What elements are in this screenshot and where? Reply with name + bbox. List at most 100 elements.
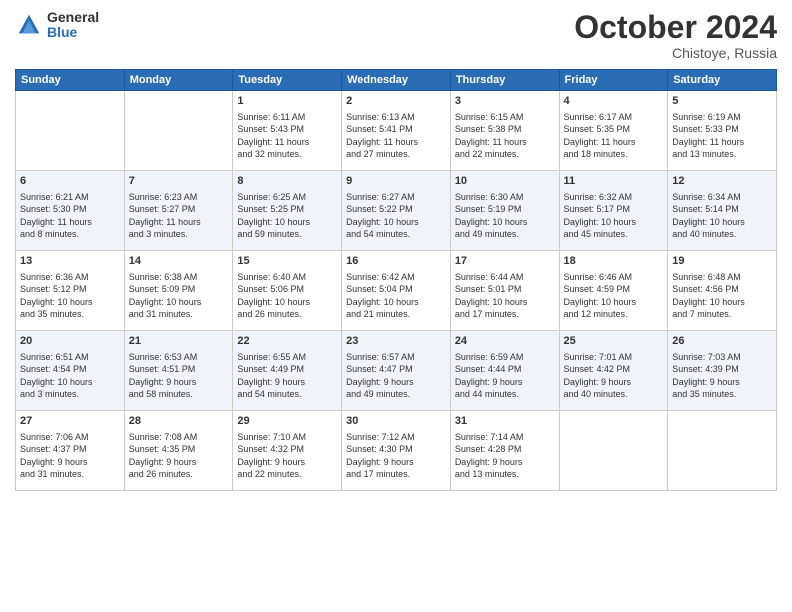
header-sunday: Sunday bbox=[16, 70, 125, 91]
day-info: Sunrise: 6:38 AM Sunset: 5:09 PM Dayligh… bbox=[129, 271, 229, 321]
day-info: Sunrise: 7:12 AM Sunset: 4:30 PM Dayligh… bbox=[346, 431, 446, 481]
day-number: 12 bbox=[672, 174, 772, 189]
day-cell: 3 Sunrise: 6:15 AM Sunset: 5:38 PM Daylig… bbox=[450, 91, 559, 171]
day-number: 31 bbox=[455, 414, 555, 429]
day-cell: 9Sunrise: 6:27 AM Sunset: 5:22 PM Daylig… bbox=[342, 171, 451, 251]
day-info: Sunrise: 6:11 AM Sunset: 5:43 PM Dayligh… bbox=[237, 111, 337, 161]
day-cell: 29Sunrise: 7:10 AM Sunset: 4:32 PM Dayli… bbox=[233, 411, 342, 491]
week-row-3: 13 Sunrise: 6:36 AM Sunset: 5:12 PM Dayli… bbox=[16, 251, 777, 331]
day-number: 26 bbox=[672, 334, 772, 349]
month-title: October 2024 bbox=[574, 10, 777, 45]
day-cell: 31 Sunrise: 7:14 AM Sunset: 4:28 PM Dayli… bbox=[450, 411, 559, 491]
day-cell: 6Sunrise: 6:21 AM Sunset: 5:30 PM Daylig… bbox=[16, 171, 125, 251]
day-cell: 14 Sunrise: 6:38 AM Sunset: 5:09 PM Dayli… bbox=[124, 251, 233, 331]
day-cell bbox=[124, 91, 233, 171]
day-number: 3 bbox=[455, 94, 555, 109]
day-number: 28 bbox=[129, 414, 229, 429]
day-info: Sunrise: 6:53 AM Sunset: 4:51 PM Dayligh… bbox=[129, 351, 229, 401]
calendar-body: 1Sunrise: 6:11 AM Sunset: 5:43 PM Daylig… bbox=[16, 91, 777, 491]
logo-general-label: General bbox=[47, 10, 99, 25]
day-cell: 25 Sunrise: 7:01 AM Sunset: 4:42 PM Dayli… bbox=[559, 331, 668, 411]
day-cell: 22Sunrise: 6:55 AM Sunset: 4:49 PM Dayli… bbox=[233, 331, 342, 411]
day-cell: 16Sunrise: 6:42 AM Sunset: 5:04 PM Dayli… bbox=[342, 251, 451, 331]
day-cell: 26 Sunrise: 7:03 AM Sunset: 4:39 PM Dayli… bbox=[668, 331, 777, 411]
day-cell: 8Sunrise: 6:25 AM Sunset: 5:25 PM Daylig… bbox=[233, 171, 342, 251]
location: Chistoye, Russia bbox=[574, 45, 777, 61]
day-cell: 28 Sunrise: 7:08 AM Sunset: 4:35 PM Dayli… bbox=[124, 411, 233, 491]
calendar-header: Sunday Monday Tuesday Wednesday Thursday… bbox=[16, 70, 777, 91]
week-row-4: 20Sunrise: 6:51 AM Sunset: 4:54 PM Dayli… bbox=[16, 331, 777, 411]
day-info: Sunrise: 7:10 AM Sunset: 4:32 PM Dayligh… bbox=[237, 431, 337, 481]
day-info: Sunrise: 6:36 AM Sunset: 5:12 PM Dayligh… bbox=[20, 271, 120, 321]
day-info: Sunrise: 6:42 AM Sunset: 5:04 PM Dayligh… bbox=[346, 271, 446, 321]
day-info: Sunrise: 6:23 AM Sunset: 5:27 PM Dayligh… bbox=[129, 191, 229, 241]
day-info: Sunrise: 6:59 AM Sunset: 4:44 PM Dayligh… bbox=[455, 351, 555, 401]
day-cell: 15 Sunrise: 6:40 AM Sunset: 5:06 PM Dayli… bbox=[233, 251, 342, 331]
day-info: Sunrise: 7:03 AM Sunset: 4:39 PM Dayligh… bbox=[672, 351, 772, 401]
day-number: 18 bbox=[564, 254, 664, 269]
day-number: 20 bbox=[20, 334, 120, 349]
logo-icon bbox=[15, 11, 43, 39]
header-friday: Friday bbox=[559, 70, 668, 91]
day-number: 21 bbox=[129, 334, 229, 349]
day-cell: 10Sunrise: 6:30 AM Sunset: 5:19 PM Dayli… bbox=[450, 171, 559, 251]
day-number: 15 bbox=[237, 254, 337, 269]
day-info: Sunrise: 6:25 AM Sunset: 5:25 PM Dayligh… bbox=[237, 191, 337, 241]
week-row-1: 1Sunrise: 6:11 AM Sunset: 5:43 PM Daylig… bbox=[16, 91, 777, 171]
calendar-page: General Blue October 2024 Chistoye, Russ… bbox=[0, 0, 792, 612]
day-cell bbox=[559, 411, 668, 491]
day-cell bbox=[16, 91, 125, 171]
logo-blue-label: Blue bbox=[47, 25, 99, 40]
day-number: 14 bbox=[129, 254, 229, 269]
day-info: Sunrise: 6:55 AM Sunset: 4:49 PM Dayligh… bbox=[237, 351, 337, 401]
day-info: Sunrise: 6:21 AM Sunset: 5:30 PM Dayligh… bbox=[20, 191, 120, 241]
day-info: Sunrise: 7:08 AM Sunset: 4:35 PM Dayligh… bbox=[129, 431, 229, 481]
day-info: Sunrise: 6:44 AM Sunset: 5:01 PM Dayligh… bbox=[455, 271, 555, 321]
day-number: 7 bbox=[129, 174, 229, 189]
header-monday: Monday bbox=[124, 70, 233, 91]
day-info: Sunrise: 6:32 AM Sunset: 5:17 PM Dayligh… bbox=[564, 191, 664, 241]
header-tuesday: Tuesday bbox=[233, 70, 342, 91]
day-number: 30 bbox=[346, 414, 446, 429]
day-info: Sunrise: 6:13 AM Sunset: 5:41 PM Dayligh… bbox=[346, 111, 446, 161]
day-cell: 7 Sunrise: 6:23 AM Sunset: 5:27 PM Daylig… bbox=[124, 171, 233, 251]
day-info: Sunrise: 6:48 AM Sunset: 4:56 PM Dayligh… bbox=[672, 271, 772, 321]
day-info: Sunrise: 6:15 AM Sunset: 5:38 PM Dayligh… bbox=[455, 111, 555, 161]
day-number: 5 bbox=[672, 94, 772, 109]
day-info: Sunrise: 7:01 AM Sunset: 4:42 PM Dayligh… bbox=[564, 351, 664, 401]
day-info: Sunrise: 6:27 AM Sunset: 5:22 PM Dayligh… bbox=[346, 191, 446, 241]
day-number: 13 bbox=[20, 254, 120, 269]
day-cell: 13 Sunrise: 6:36 AM Sunset: 5:12 PM Dayli… bbox=[16, 251, 125, 331]
day-info: Sunrise: 6:19 AM Sunset: 5:33 PM Dayligh… bbox=[672, 111, 772, 161]
day-number: 23 bbox=[346, 334, 446, 349]
header-wednesday: Wednesday bbox=[342, 70, 451, 91]
day-cell: 24 Sunrise: 6:59 AM Sunset: 4:44 PM Dayli… bbox=[450, 331, 559, 411]
day-info: Sunrise: 6:40 AM Sunset: 5:06 PM Dayligh… bbox=[237, 271, 337, 321]
day-cell: 2 Sunrise: 6:13 AM Sunset: 5:41 PM Daylig… bbox=[342, 91, 451, 171]
day-number: 25 bbox=[564, 334, 664, 349]
header: General Blue October 2024 Chistoye, Russ… bbox=[15, 10, 777, 61]
day-cell: 30 Sunrise: 7:12 AM Sunset: 4:30 PM Dayli… bbox=[342, 411, 451, 491]
title-block: October 2024 Chistoye, Russia bbox=[574, 10, 777, 61]
week-row-5: 27Sunrise: 7:06 AM Sunset: 4:37 PM Dayli… bbox=[16, 411, 777, 491]
day-number: 11 bbox=[564, 174, 664, 189]
day-number: 2 bbox=[346, 94, 446, 109]
day-info: Sunrise: 7:06 AM Sunset: 4:37 PM Dayligh… bbox=[20, 431, 120, 481]
day-info: Sunrise: 6:46 AM Sunset: 4:59 PM Dayligh… bbox=[564, 271, 664, 321]
day-info: Sunrise: 6:17 AM Sunset: 5:35 PM Dayligh… bbox=[564, 111, 664, 161]
day-info: Sunrise: 6:57 AM Sunset: 4:47 PM Dayligh… bbox=[346, 351, 446, 401]
day-cell: 12Sunrise: 6:34 AM Sunset: 5:14 PM Dayli… bbox=[668, 171, 777, 251]
day-info: Sunrise: 6:30 AM Sunset: 5:19 PM Dayligh… bbox=[455, 191, 555, 241]
header-row: Sunday Monday Tuesday Wednesday Thursday… bbox=[16, 70, 777, 91]
day-number: 24 bbox=[455, 334, 555, 349]
day-cell: 5 Sunrise: 6:19 AM Sunset: 5:33 PM Daylig… bbox=[668, 91, 777, 171]
day-number: 4 bbox=[564, 94, 664, 109]
day-number: 17 bbox=[455, 254, 555, 269]
day-cell: 11 Sunrise: 6:32 AM Sunset: 5:17 PM Dayli… bbox=[559, 171, 668, 251]
header-saturday: Saturday bbox=[668, 70, 777, 91]
day-cell: 21 Sunrise: 6:53 AM Sunset: 4:51 PM Dayli… bbox=[124, 331, 233, 411]
day-number: 19 bbox=[672, 254, 772, 269]
day-cell: 27Sunrise: 7:06 AM Sunset: 4:37 PM Dayli… bbox=[16, 411, 125, 491]
logo-text: General Blue bbox=[47, 10, 99, 41]
day-info: Sunrise: 7:14 AM Sunset: 4:28 PM Dayligh… bbox=[455, 431, 555, 481]
